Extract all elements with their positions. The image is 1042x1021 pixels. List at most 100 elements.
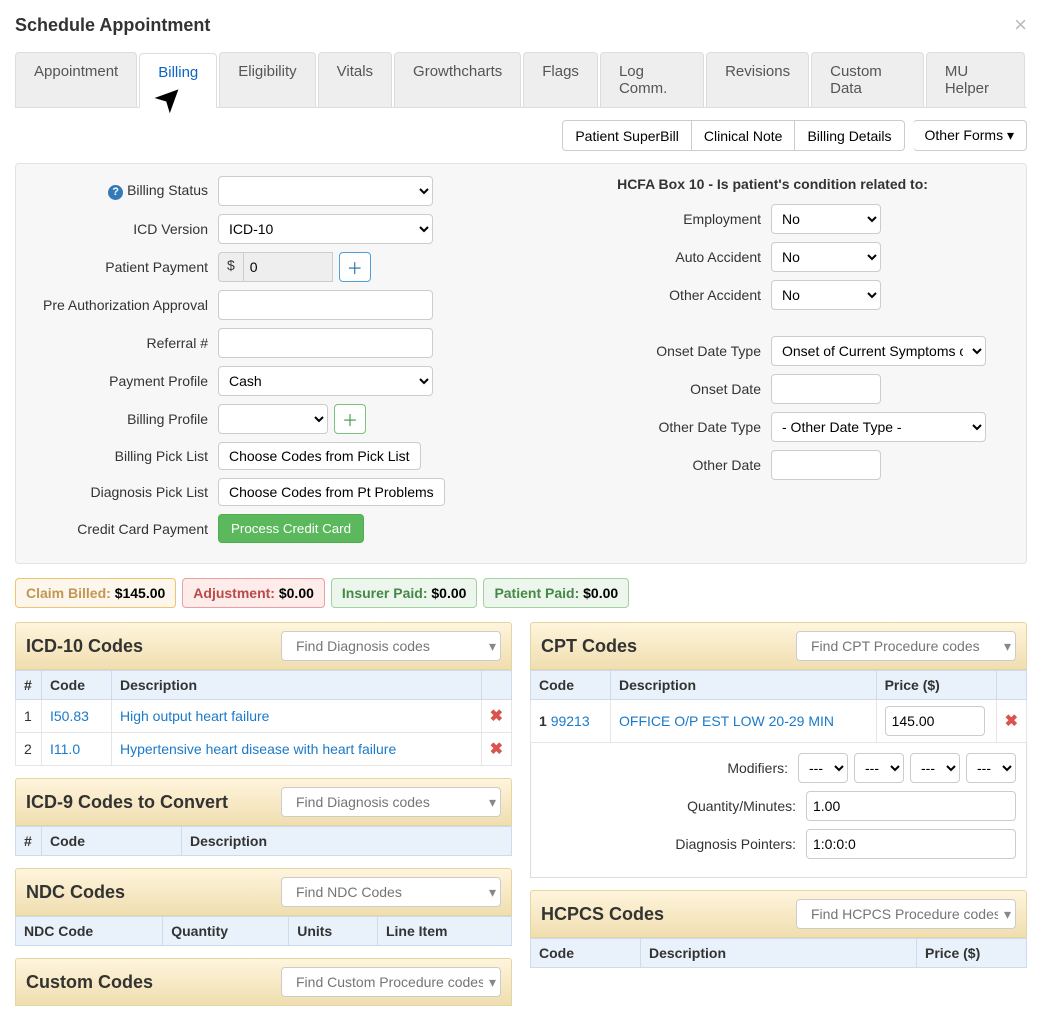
icd10-code-link[interactable]: I50.83 bbox=[50, 708, 89, 724]
tab-appointment[interactable]: Appointment bbox=[15, 52, 137, 107]
other-accident-label: Other Accident bbox=[531, 287, 771, 303]
cpt-table: Code Description Price ($) 1 99213 OFFIC… bbox=[530, 670, 1027, 743]
chevron-down-icon[interactable]: ▾ bbox=[489, 794, 496, 811]
process-credit-card-button[interactable]: Process Credit Card bbox=[218, 514, 364, 543]
table-row: 1 99213 OFFICE O/P EST LOW 20-29 MIN ✖ bbox=[531, 700, 1027, 743]
icd10-search-input[interactable] bbox=[290, 633, 489, 659]
delete-icon[interactable]: ✖ bbox=[490, 708, 503, 725]
icd10-search[interactable]: ▾ bbox=[281, 631, 501, 661]
info-icon[interactable]: ? bbox=[108, 185, 123, 200]
hcpcs-search-input[interactable] bbox=[805, 901, 1004, 927]
icd10-title: ICD-10 Codes bbox=[26, 636, 143, 657]
chevron-down-icon[interactable]: ▾ bbox=[1004, 638, 1011, 655]
chevron-down-icon[interactable]: ▾ bbox=[489, 884, 496, 901]
billing-status-select[interactable] bbox=[218, 176, 433, 206]
custom-search-input[interactable] bbox=[290, 969, 489, 995]
patient-superbill-button[interactable]: Patient SuperBill bbox=[562, 120, 692, 151]
ndc-search-input[interactable] bbox=[290, 879, 489, 905]
hcpcs-search[interactable]: ▾ bbox=[796, 899, 1016, 929]
hcfa-heading: HCFA Box 10 - Is patient's condition rel… bbox=[531, 176, 1014, 192]
claim-billed-badge: Claim Billed: $145.00 bbox=[15, 578, 176, 608]
tab-vitals[interactable]: Vitals bbox=[318, 52, 392, 107]
other-forms-label: Other Forms bbox=[925, 127, 1004, 143]
billing-profile-select[interactable] bbox=[218, 404, 328, 434]
modifier-2-select[interactable]: --- bbox=[854, 753, 904, 783]
custom-title: Custom Codes bbox=[26, 972, 153, 993]
icd9-search[interactable]: ▾ bbox=[281, 787, 501, 817]
diagnosis-pointers-label: Diagnosis Pointers: bbox=[646, 836, 806, 852]
icd10-code-link[interactable]: I11.0 bbox=[50, 741, 80, 757]
cpt-detail: Modifiers: --- --- --- --- Quantity/Minu… bbox=[530, 743, 1027, 878]
modifier-4-select[interactable]: --- bbox=[966, 753, 1016, 783]
referral-input[interactable] bbox=[218, 328, 433, 358]
cpt-search[interactable]: ▾ bbox=[796, 631, 1016, 661]
tab-billing[interactable]: Billing bbox=[139, 53, 217, 108]
onset-type-select[interactable]: Onset of Current Symptoms o bbox=[771, 336, 986, 366]
billing-pick-button[interactable]: Choose Codes from Pick List bbox=[218, 442, 421, 470]
icd10-desc-link[interactable]: High output heart failure bbox=[120, 708, 269, 724]
icd9-section-header: ICD-9 Codes to Convert ▾ bbox=[15, 778, 512, 826]
diagnosis-pointers-input[interactable] bbox=[806, 829, 1016, 859]
tab-customdata[interactable]: Custom Data bbox=[811, 52, 924, 107]
other-accident-select[interactable]: No bbox=[771, 280, 881, 310]
tab-flags[interactable]: Flags bbox=[523, 52, 598, 107]
billing-details-button[interactable]: Billing Details bbox=[795, 120, 904, 151]
tab-growthcharts[interactable]: Growthcharts bbox=[394, 52, 521, 107]
tab-bar: Appointment Billing Eligibility Vitals G… bbox=[15, 52, 1027, 108]
tab-eligibility[interactable]: Eligibility bbox=[219, 52, 315, 107]
onset-date-input[interactable] bbox=[771, 374, 881, 404]
payment-profile-select[interactable]: Cash bbox=[218, 366, 433, 396]
add-billing-profile-button[interactable]: ＋ bbox=[334, 404, 366, 434]
cpt-code-link[interactable]: 99213 bbox=[551, 713, 590, 729]
cc-payment-label: Credit Card Payment bbox=[28, 521, 218, 537]
billing-panel: ?Billing Status ICD Version ICD-10 Patie… bbox=[15, 163, 1027, 564]
cpt-search-input[interactable] bbox=[805, 633, 1004, 659]
icd10-desc-link[interactable]: Hypertensive heart disease with heart fa… bbox=[120, 741, 396, 757]
other-date-type-select[interactable]: - Other Date Type - bbox=[771, 412, 986, 442]
cpt-desc-link[interactable]: OFFICE O/P EST LOW 20-29 MIN bbox=[619, 713, 834, 729]
cpt-price-input[interactable] bbox=[885, 706, 985, 736]
patient-payment-input[interactable] bbox=[243, 252, 333, 282]
chevron-down-icon[interactable]: ▾ bbox=[1004, 906, 1011, 923]
tab-logcomm[interactable]: Log Comm. bbox=[600, 52, 704, 107]
chevron-down-icon[interactable]: ▾ bbox=[489, 974, 496, 991]
ndc-search[interactable]: ▾ bbox=[281, 877, 501, 907]
cpt-title: CPT Codes bbox=[541, 636, 637, 657]
add-payment-button[interactable]: ＋ bbox=[339, 252, 371, 282]
page-title: Schedule Appointment bbox=[15, 15, 210, 36]
icd10-section-header: ICD-10 Codes ▾ bbox=[15, 622, 512, 670]
icd9-title: ICD-9 Codes to Convert bbox=[26, 792, 228, 813]
pre-auth-input[interactable] bbox=[218, 290, 433, 320]
billing-pick-label: Billing Pick List bbox=[28, 448, 218, 464]
currency-symbol: $ bbox=[218, 252, 243, 282]
table-row: 2 I11.0 Hypertensive heart disease with … bbox=[16, 733, 512, 766]
custom-search[interactable]: ▾ bbox=[281, 967, 501, 997]
delete-icon[interactable]: ✖ bbox=[490, 741, 503, 758]
custom-section-header: Custom Codes ▾ bbox=[15, 958, 512, 1006]
tab-revisions[interactable]: Revisions bbox=[706, 52, 809, 107]
auto-accident-label: Auto Accident bbox=[531, 249, 771, 265]
icd10-table: # Code Description 1 I50.83 High output … bbox=[15, 670, 512, 766]
onset-date-label: Onset Date bbox=[531, 381, 771, 397]
modifier-3-select[interactable]: --- bbox=[910, 753, 960, 783]
close-icon[interactable]: × bbox=[1014, 12, 1027, 38]
table-row: 1 I50.83 High output heart failure ✖ bbox=[16, 700, 512, 733]
clinical-note-button[interactable]: Clinical Note bbox=[692, 120, 796, 151]
hcpcs-section-header: HCPCS Codes ▾ bbox=[530, 890, 1027, 938]
auto-accident-select[interactable]: No bbox=[771, 242, 881, 272]
other-date-input[interactable] bbox=[771, 450, 881, 480]
icd9-search-input[interactable] bbox=[290, 789, 489, 815]
ndc-table: NDC Code Quantity Units Line Item bbox=[15, 916, 512, 946]
chevron-down-icon[interactable]: ▾ bbox=[489, 638, 496, 655]
cpt-section-header: CPT Codes ▾ bbox=[530, 622, 1027, 670]
diagnosis-pick-button[interactable]: Choose Codes from Pt Problems bbox=[218, 478, 445, 506]
modifier-1-select[interactable]: --- bbox=[798, 753, 848, 783]
tab-muhelper[interactable]: MU Helper bbox=[926, 52, 1025, 107]
icd-version-select[interactable]: ICD-10 bbox=[218, 214, 433, 244]
billing-profile-label: Billing Profile bbox=[28, 411, 218, 427]
other-forms-button[interactable]: Other Forms ▾ bbox=[913, 120, 1028, 151]
onset-type-label: Onset Date Type bbox=[531, 343, 771, 359]
employment-select[interactable]: No bbox=[771, 204, 881, 234]
delete-icon[interactable]: ✖ bbox=[1005, 713, 1018, 730]
quantity-input[interactable] bbox=[806, 791, 1016, 821]
